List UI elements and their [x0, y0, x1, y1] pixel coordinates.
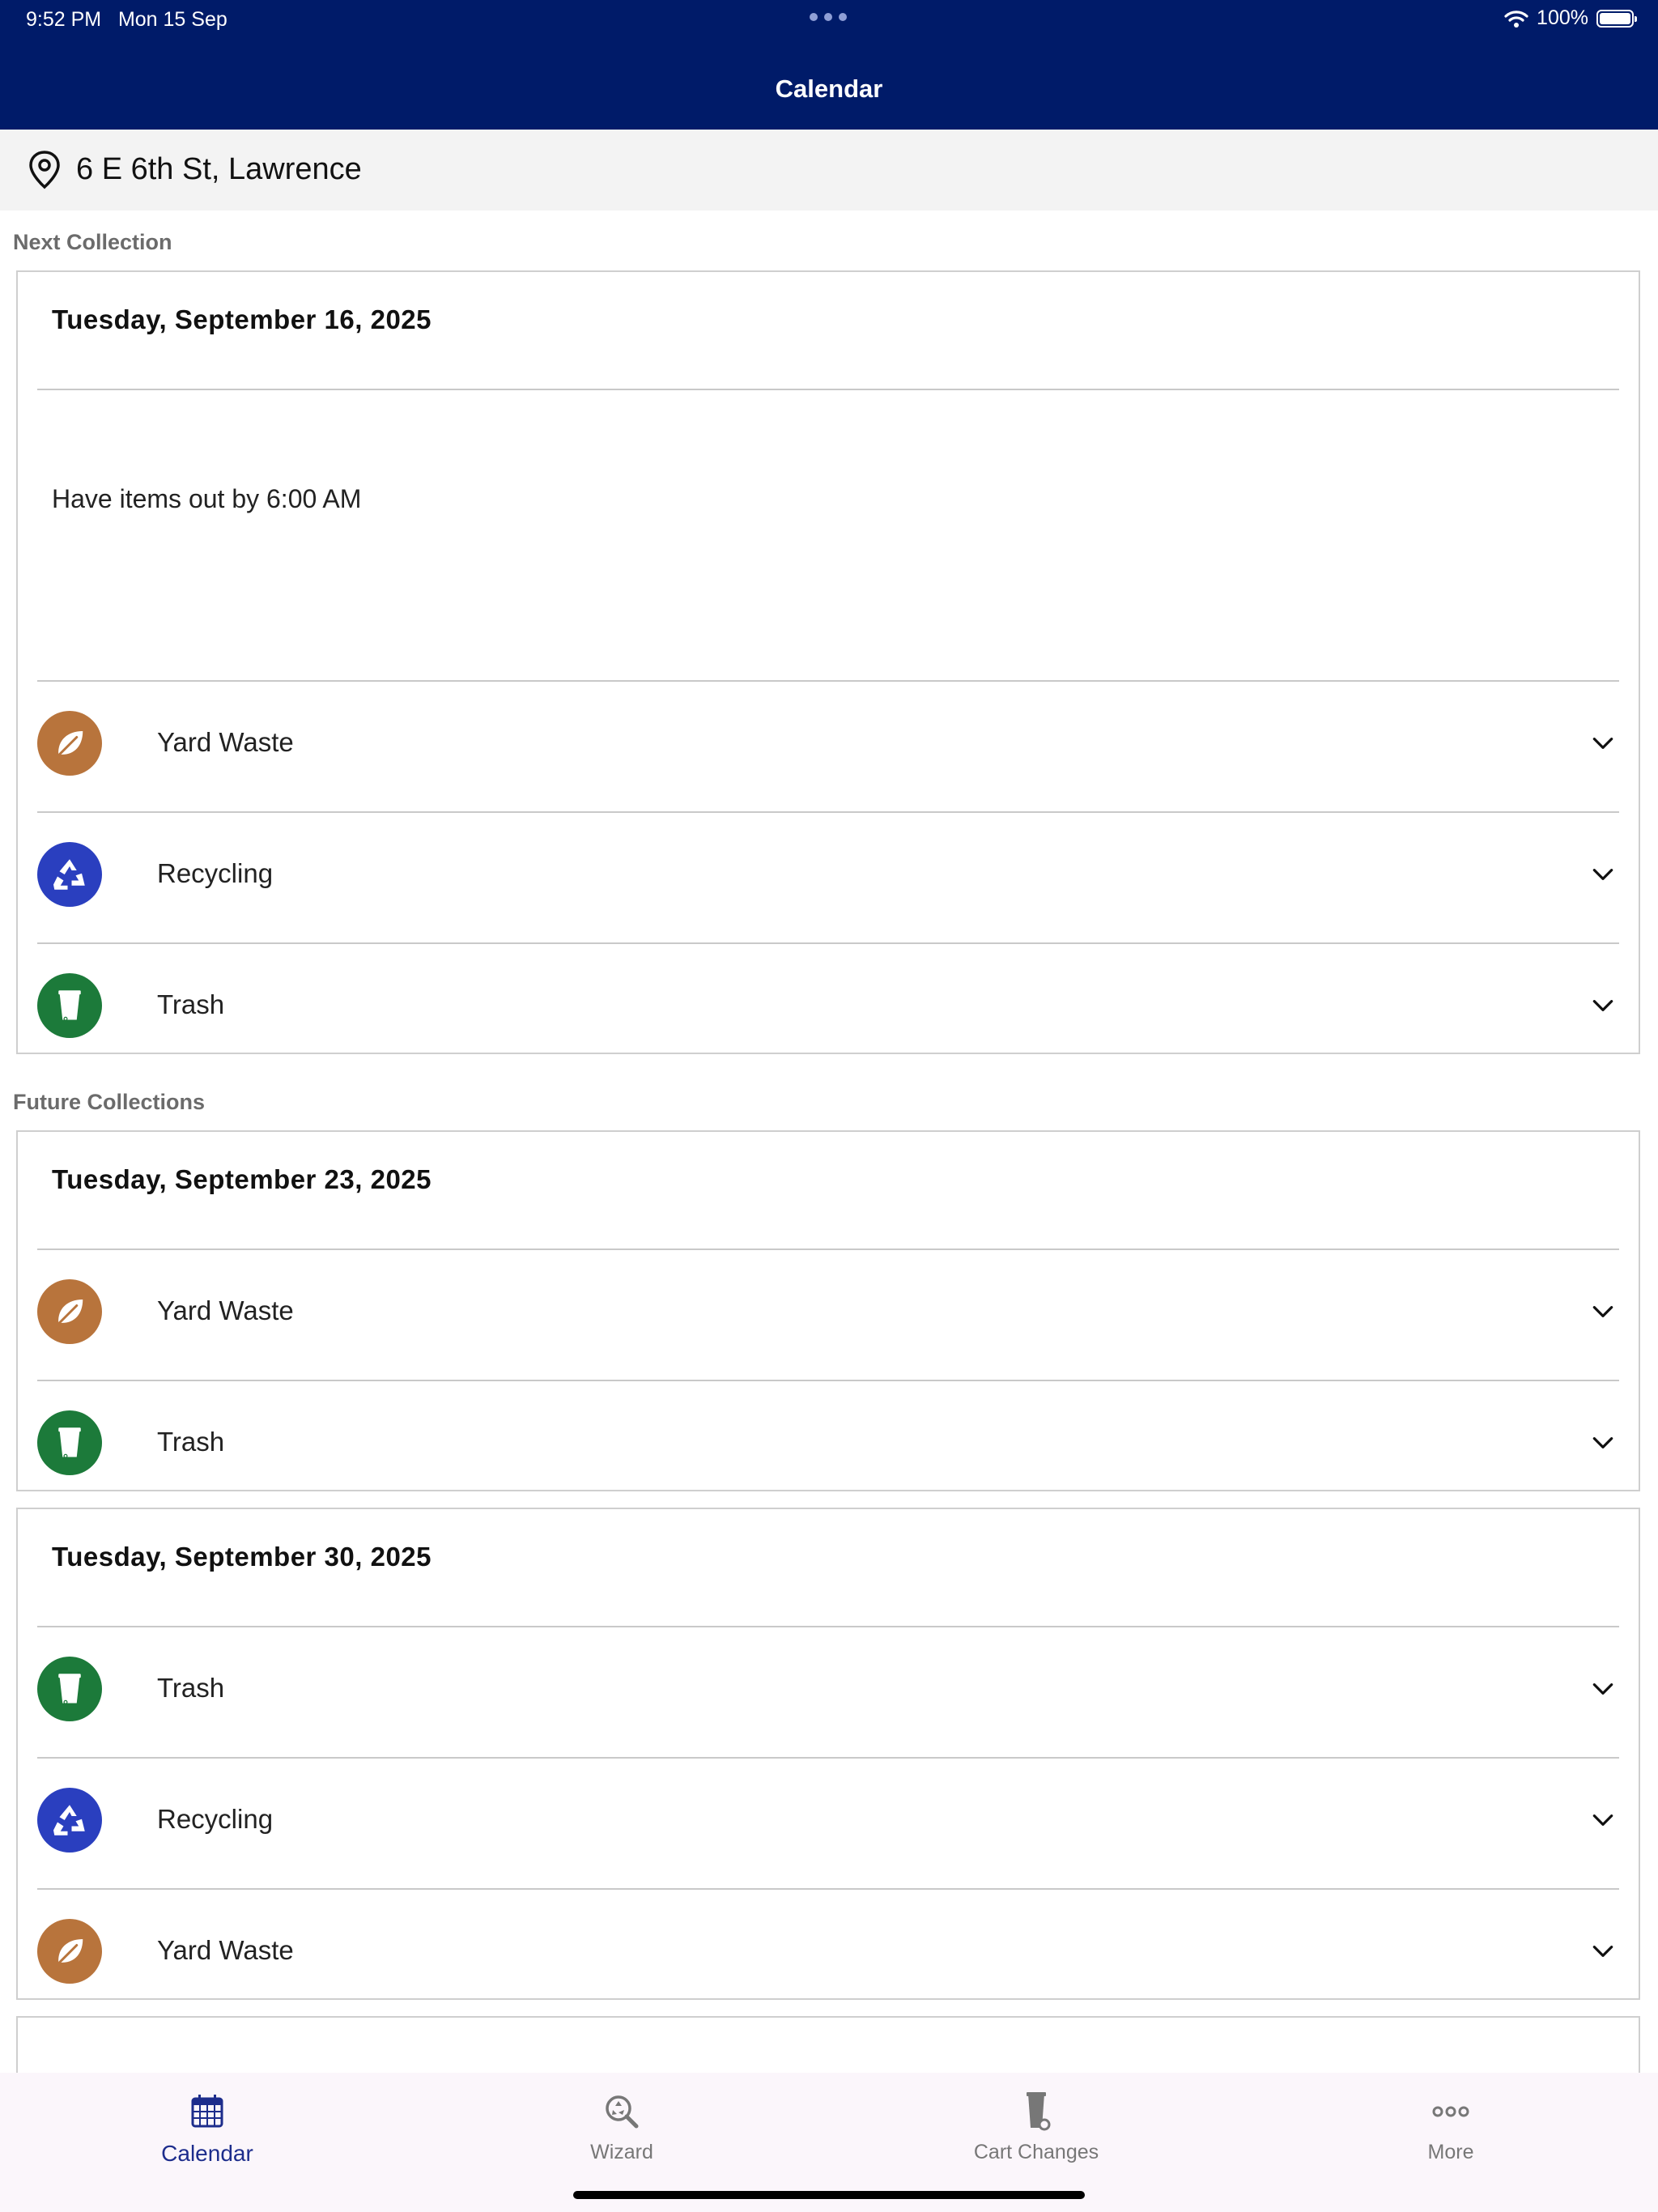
- divider: [37, 811, 1619, 813]
- future-collection-card-partial: [16, 2016, 1640, 2073]
- collection-item-yard-waste[interactable]: Yard Waste: [37, 1919, 1619, 1984]
- tab-cart-changes[interactable]: Cart Changes: [915, 2091, 1158, 2164]
- multitasking-dots-icon[interactable]: [810, 13, 847, 21]
- recycle-icon: [37, 842, 102, 907]
- battery-percent: 100%: [1537, 6, 1588, 29]
- item-label: Trash: [157, 989, 225, 1019]
- chevron-down-icon[interactable]: [1590, 993, 1616, 1019]
- tab-calendar[interactable]: Calendar: [86, 2091, 329, 2167]
- item-label: Yard Waste: [157, 1295, 294, 1325]
- top-bar: 9:52 PM Mon 15 Sep 100% Calendar: [0, 0, 1658, 130]
- future-collections-heading: Future Collections: [13, 1090, 206, 1114]
- divider: [37, 1888, 1619, 1890]
- trash-bin-icon: [37, 1410, 102, 1475]
- item-label: Recycling: [157, 1804, 274, 1834]
- divider: [37, 1757, 1619, 1759]
- search-recycle-icon: [606, 2095, 639, 2129]
- leaf-icon: [37, 711, 102, 776]
- wifi-icon: [1504, 10, 1528, 28]
- collection-date: Tuesday, September 16, 2025: [52, 304, 432, 334]
- divider: [37, 1626, 1619, 1627]
- address-bar[interactable]: 6 E 6th St, Lawrence: [0, 130, 1658, 211]
- collection-date: Tuesday, September 30, 2025: [52, 1542, 432, 1572]
- collection-item-trash[interactable]: Trash: [37, 973, 1619, 1038]
- status-indicators: 100%: [1504, 6, 1637, 30]
- divider: [37, 680, 1619, 682]
- battery-icon: [1596, 9, 1637, 28]
- tab-label: Calendar: [161, 2141, 253, 2166]
- status-clock: 9:52 PM: [26, 8, 102, 31]
- chevron-down-icon[interactable]: [1590, 730, 1616, 756]
- tab-label: Cart Changes: [973, 2141, 1099, 2163]
- chevron-down-icon[interactable]: [1590, 861, 1616, 887]
- status-date: Mon 15 Sep: [117, 8, 227, 31]
- chevron-down-icon[interactable]: [1590, 1807, 1616, 1833]
- chevron-down-icon[interactable]: [1590, 1430, 1616, 1456]
- future-collection-card: Tuesday, September 30, 2025 Trash Recycl…: [16, 1508, 1640, 2000]
- item-label: Yard Waste: [157, 727, 294, 757]
- next-collection-card: Tuesday, September 16, 2025 Have items o…: [16, 270, 1640, 1054]
- item-label: Trash: [157, 1427, 225, 1457]
- address-text: 6 E 6th St, Lawrence: [76, 152, 362, 186]
- calendar-icon: [191, 2095, 223, 2128]
- home-indicator[interactable]: [573, 2191, 1085, 2199]
- chevron-down-icon[interactable]: [1590, 1299, 1616, 1325]
- divider: [37, 389, 1619, 390]
- cart-icon: [1027, 2092, 1051, 2131]
- more-icon: [1432, 2106, 1469, 2117]
- status-time: 9:52 PM Mon 15 Sep: [26, 8, 227, 32]
- trash-bin-icon: [37, 973, 102, 1038]
- divider: [37, 942, 1619, 944]
- item-label: Recycling: [157, 858, 274, 888]
- collection-item-trash[interactable]: Trash: [37, 1410, 1619, 1475]
- chevron-down-icon[interactable]: [1590, 1938, 1616, 1964]
- collection-item-yard-waste[interactable]: Yard Waste: [37, 711, 1619, 776]
- chevron-down-icon[interactable]: [1590, 1676, 1616, 1702]
- tab-wizard[interactable]: Wizard: [500, 2091, 743, 2164]
- trash-bin-icon: [37, 1657, 102, 1721]
- location-pin-icon: [29, 151, 60, 189]
- collection-item-recycling[interactable]: Recycling: [37, 842, 1619, 907]
- future-collection-card: Tuesday, September 23, 2025 Yard Waste T…: [16, 1130, 1640, 1491]
- collection-item-yard-waste[interactable]: Yard Waste: [37, 1279, 1619, 1344]
- tab-more[interactable]: More: [1329, 2091, 1572, 2164]
- item-label: Trash: [157, 1673, 225, 1703]
- divider: [37, 1380, 1619, 1381]
- divider: [37, 1249, 1619, 1250]
- tab-label: Wizard: [590, 2141, 653, 2163]
- collection-item-trash[interactable]: Trash: [37, 1657, 1619, 1721]
- leaf-icon: [37, 1279, 102, 1344]
- set-out-note: Have items out by 6:00 AM: [52, 484, 362, 513]
- next-collection-heading: Next Collection: [13, 230, 172, 254]
- leaf-icon: [37, 1919, 102, 1984]
- page-title: Calendar: [775, 74, 883, 103]
- recycle-icon: [37, 1788, 102, 1853]
- collection-item-recycling[interactable]: Recycling: [37, 1788, 1619, 1853]
- collection-date: Tuesday, September 23, 2025: [52, 1164, 432, 1194]
- tab-label: More: [1427, 2141, 1474, 2163]
- item-label: Yard Waste: [157, 1935, 294, 1965]
